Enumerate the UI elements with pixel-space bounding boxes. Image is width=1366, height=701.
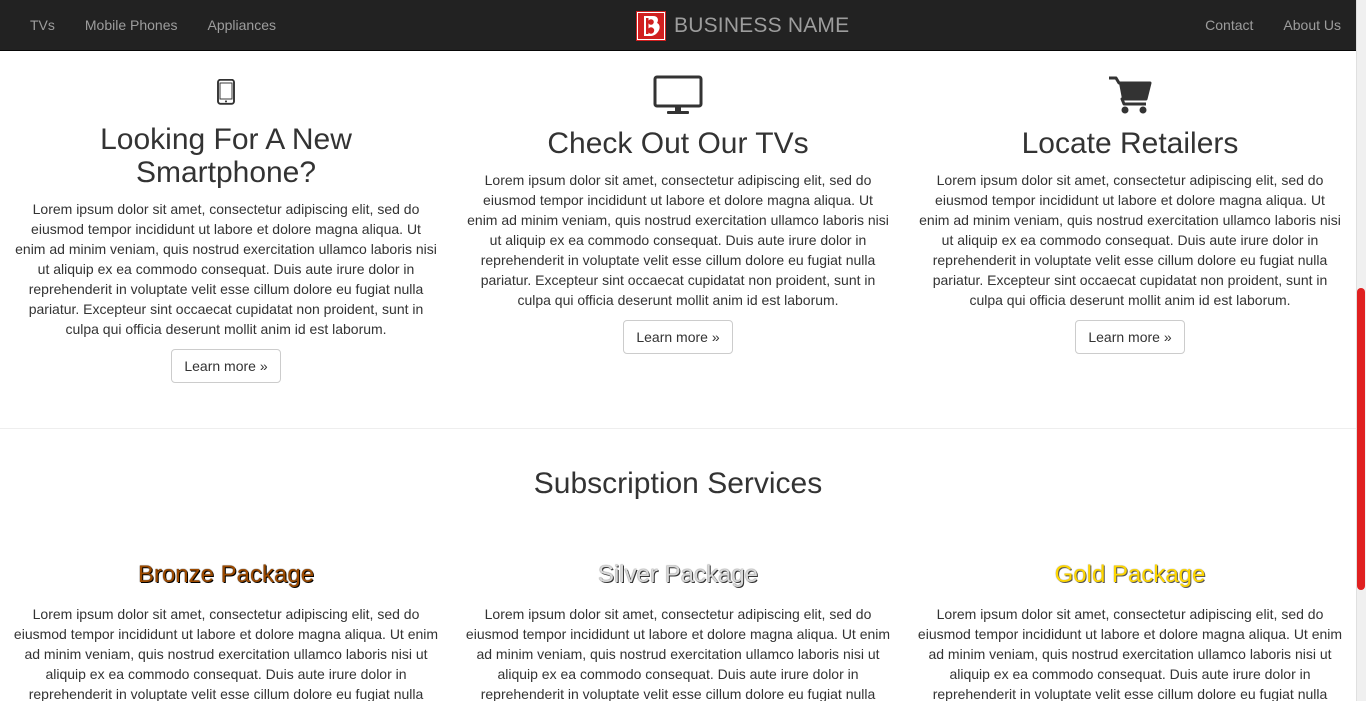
feature-body: Lorem ipsum dolor sit amet, consectetur … — [467, 172, 889, 308]
package-body: Lorem ipsum dolor sit amet, consectetur … — [465, 606, 891, 701]
feature-title-line1: Locate Retailers — [1021, 127, 1239, 160]
nav-link-tvs[interactable]: TVs — [15, 0, 70, 50]
b-logo-icon — [636, 11, 666, 41]
scrollbar-thumb[interactable] — [1357, 288, 1365, 590]
learn-more-button[interactable]: Learn more » — [1075, 320, 1185, 354]
nav-link-mobile-phones[interactable]: Mobile Phones — [70, 0, 193, 50]
shopping-cart-icon — [1109, 76, 1152, 114]
nav-link-appliances[interactable]: Appliances — [193, 0, 292, 50]
package-body: Lorem ipsum dolor sit amet, consectetur … — [13, 606, 439, 701]
feature-smartphone: Looking For A New Smartphone? Lorem ipsu… — [15, 51, 437, 383]
nav-right-group: Contact About Us — [1190, 0, 1356, 50]
feature-body: Lorem ipsum dolor sit amet, consectetur … — [15, 201, 437, 337]
feature-title: Locate Retailers — [919, 127, 1341, 160]
nav-left-group: TVs Mobile Phones Appliances — [15, 0, 291, 50]
feature-title: Check Out Our TVs — [467, 127, 889, 160]
feature-title-line1: Looking For A New — [100, 123, 352, 156]
nav-link-about-us[interactable]: About Us — [1268, 0, 1356, 50]
feature-title: Looking For A New Smartphone? — [15, 123, 437, 189]
features-section: Looking For A New Smartphone? Lorem ipsu… — [0, 51, 1356, 428]
package-title: Gold Package — [1054, 561, 1206, 588]
package-title: Bronze Package — [137, 561, 315, 588]
learn-more-button[interactable]: Learn more » — [171, 349, 281, 383]
feature-title-line2: Smartphone? — [135, 156, 317, 189]
section-divider — [0, 428, 1356, 429]
page: TVs Mobile Phones Appliances BUSINESS NA… — [0, 0, 1366, 701]
subscriptions-title: Subscription Services — [533, 467, 823, 500]
feature-retailers: Locate Retailers Lorem ipsum dolor sit a… — [919, 51, 1341, 354]
nav-link-contact[interactable]: Contact — [1190, 0, 1268, 50]
package-body: Lorem ipsum dolor sit amet, consectetur … — [917, 606, 1343, 701]
package-gold: Gold Package Lorem ipsum dolor sit amet,… — [912, 560, 1348, 701]
monitor-icon — [653, 75, 703, 114]
brand-link[interactable]: BUSINESS NAME — [636, 10, 849, 42]
package-bronze: Bronze Package Lorem ipsum dolor sit ame… — [8, 560, 444, 701]
feature-tvs: Check Out Our TVs Lorem ipsum dolor sit … — [467, 51, 889, 354]
package-title: Silver Package — [597, 561, 759, 588]
package-silver: Silver Package Lorem ipsum dolor sit ame… — [460, 560, 896, 701]
feature-body: Lorem ipsum dolor sit amet, consectetur … — [919, 172, 1341, 308]
brand-name: BUSINESS NAME — [674, 14, 850, 37]
smartphone-icon — [217, 79, 235, 105]
learn-more-button[interactable]: Learn more » — [623, 320, 733, 354]
page-scrollbar[interactable] — [1356, 0, 1366, 701]
top-navbar: TVs Mobile Phones Appliances BUSINESS NA… — [0, 0, 1356, 51]
feature-title-line1: Check Out Our TVs — [547, 127, 809, 160]
